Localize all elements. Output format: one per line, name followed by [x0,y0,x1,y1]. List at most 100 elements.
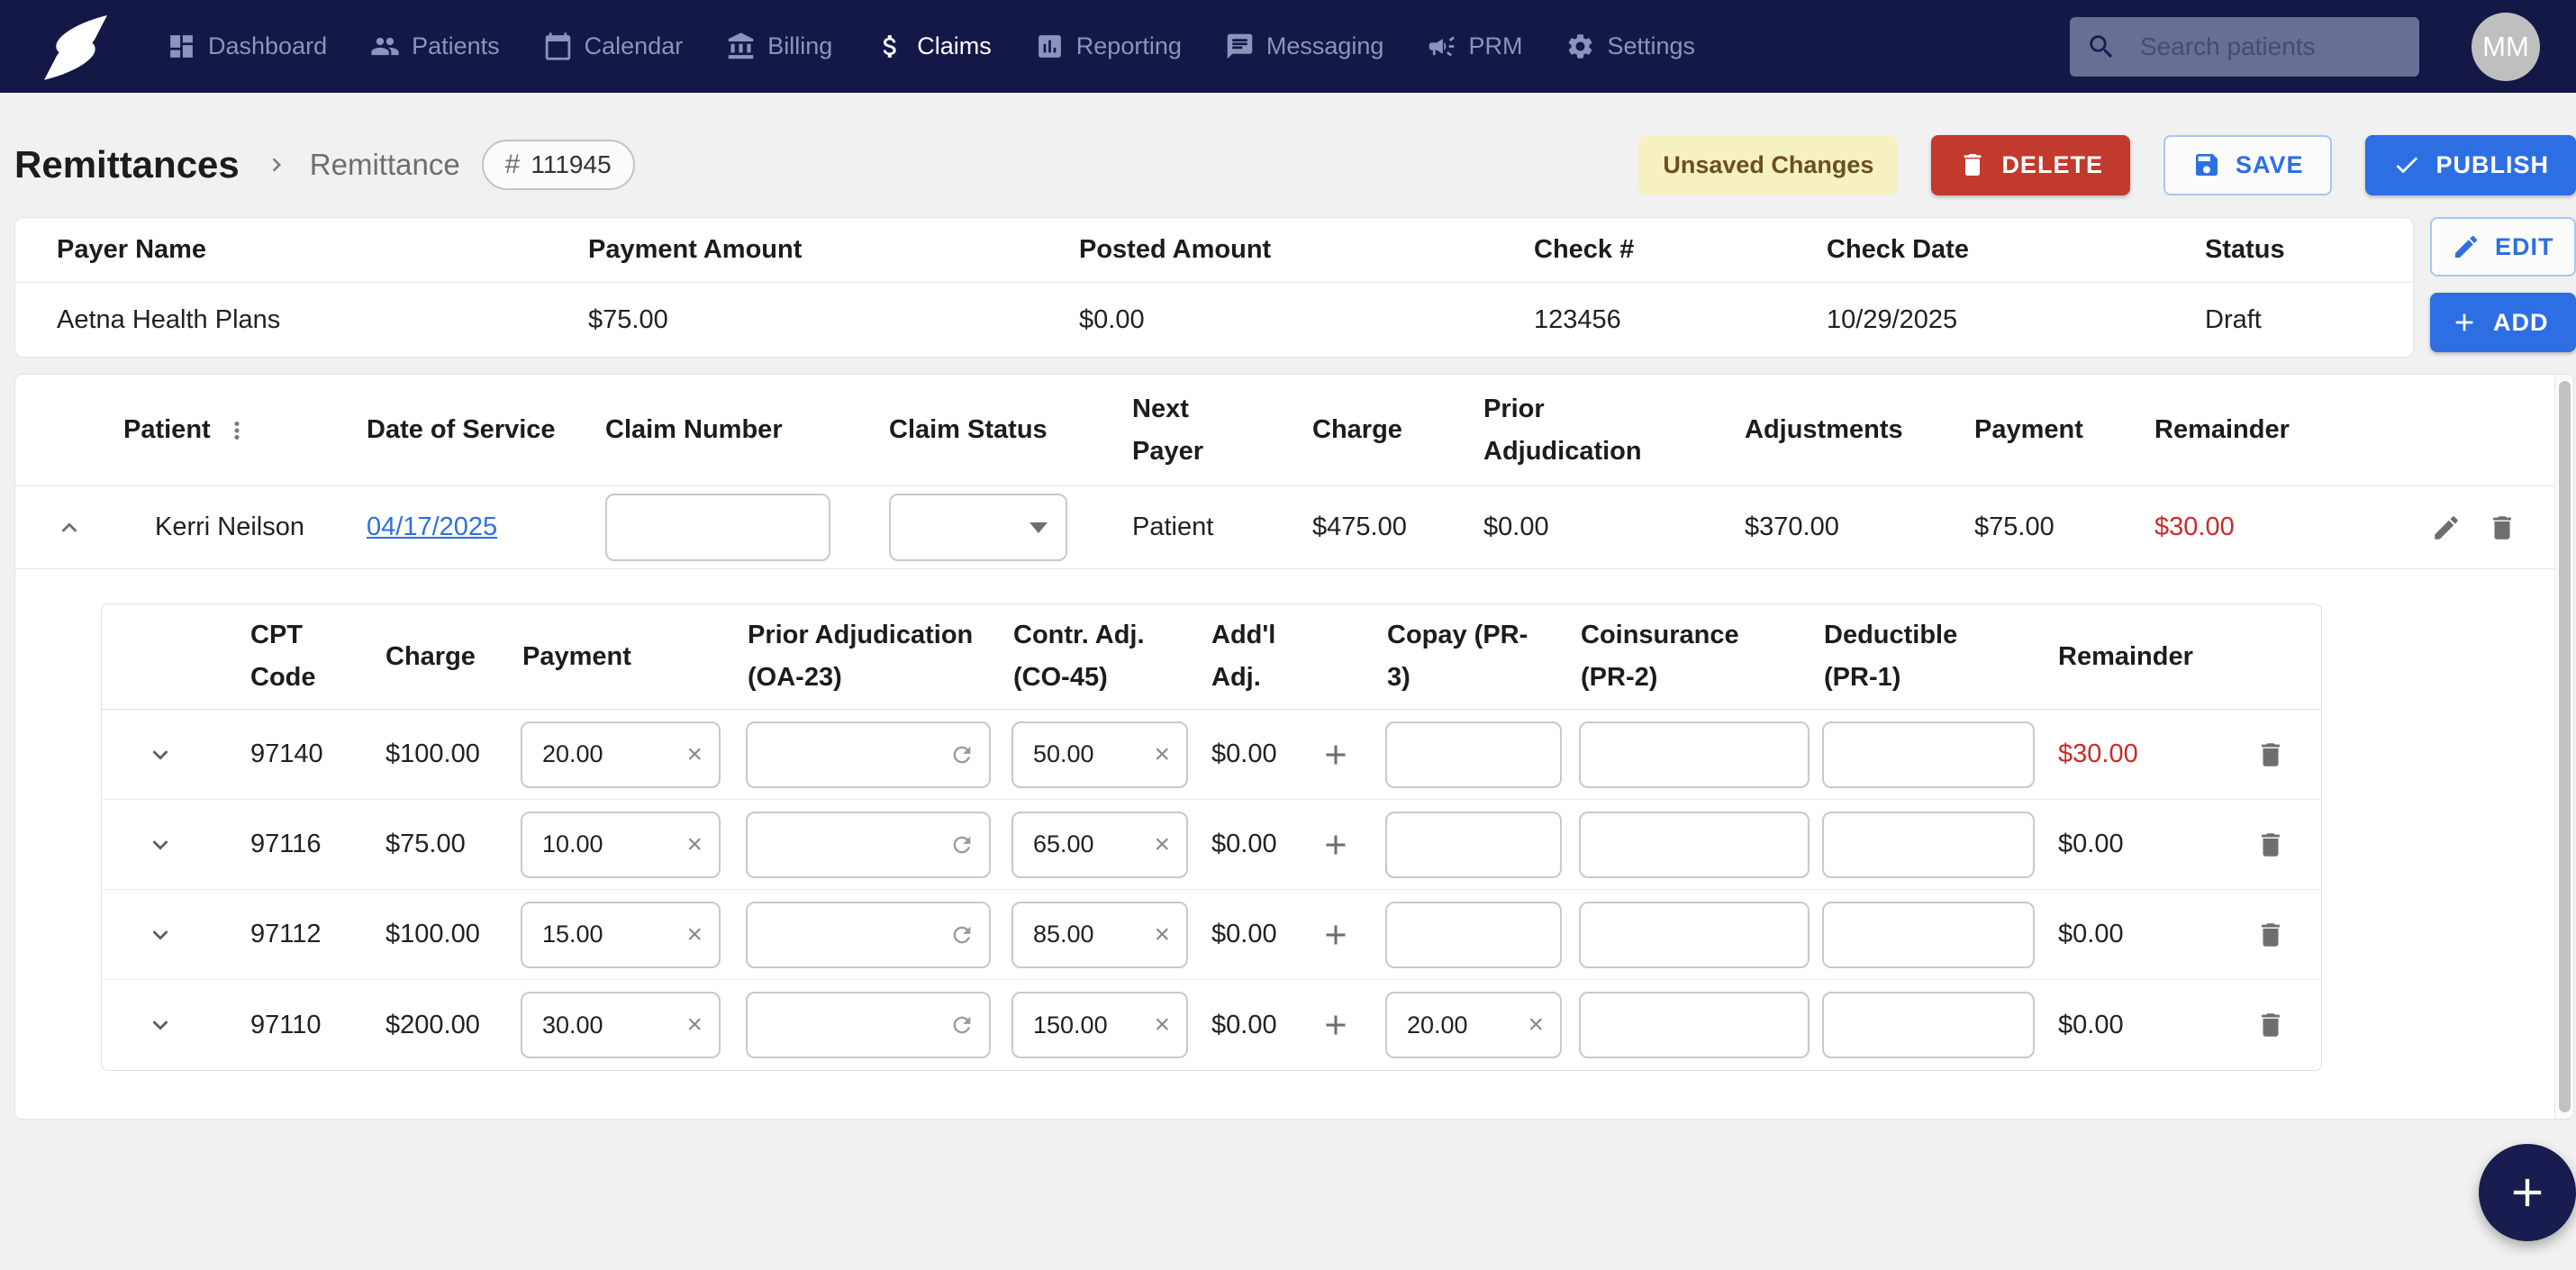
deductible-input-field[interactable] [1824,921,2033,948]
payment-input[interactable]: × [521,901,721,968]
clear-contractual-adjustment-button[interactable]: × [1154,921,1186,948]
coinsurance-input-field[interactable] [1581,830,1808,858]
date-of-service-link[interactable]: 04/17/2025 [367,513,605,542]
add-button[interactable]: ADD [2430,293,2576,352]
more-vert-icon[interactable] [223,417,250,444]
nav-item-settings[interactable]: Settings [1565,32,1695,61]
prior-adjudication-input-field[interactable] [748,740,949,768]
payment-input-field[interactable] [522,1011,687,1039]
payment-input[interactable]: × [521,721,721,788]
copay-input[interactable] [1385,721,1562,788]
refresh-icon[interactable] [949,922,975,948]
prior-adjudication-input[interactable] [746,721,991,788]
contractual-adjustment-input[interactable]: × [1011,992,1188,1058]
clear-copay-button[interactable]: × [1528,1011,1560,1039]
nav-item-dashboard[interactable]: Dashboard [167,32,327,61]
nav-item-patients[interactable]: Patients [370,32,500,61]
refresh-icon[interactable] [949,742,975,767]
copay-input[interactable]: × [1385,992,1562,1058]
prior-adjudication-input-field[interactable] [748,921,949,948]
coinsurance-input-field[interactable] [1581,921,1808,948]
nav-item-prm[interactable]: PRM [1427,32,1522,61]
copay-input-field[interactable] [1387,830,1560,858]
delete-claim-button[interactable] [2487,513,2517,543]
collapse-claim-button[interactable] [15,513,123,543]
contractual-adjustment-input-field[interactable] [1013,1011,1155,1039]
deductible-input-field[interactable] [1824,1011,2033,1039]
clear-payment-button[interactable]: × [686,830,719,858]
contractual-adjustment-input-field[interactable] [1013,921,1155,948]
contractual-adjustment-input-field[interactable] [1013,740,1155,768]
prior-adjudication-input[interactable] [746,901,991,968]
deductible-input[interactable] [1822,992,2035,1058]
coinsurance-input[interactable] [1579,811,1810,878]
save-button[interactable]: SAVE [2163,134,2333,195]
add-floating-action-button[interactable] [2479,1144,2576,1241]
refresh-icon[interactable] [949,832,975,857]
contractual-adjustment-input[interactable]: × [1011,901,1188,968]
claim-status-select[interactable] [889,494,1067,561]
clear-payment-button[interactable]: × [686,1011,719,1039]
delete-cpt-row-button[interactable] [2255,920,2286,950]
edit-button[interactable]: EDIT [2430,217,2576,277]
nav-item-billing[interactable]: Billing [726,32,832,61]
deductible-input[interactable] [1822,811,2035,878]
payment-input-field[interactable] [522,740,687,768]
clear-contractual-adjustment-button[interactable]: × [1154,740,1186,768]
edit-claim-button[interactable] [2431,513,2462,543]
add-adjustment-button[interactable] [1304,919,1367,951]
coinsurance-input-field[interactable] [1581,740,1808,768]
publish-button[interactable]: PUBLISH [2365,134,2576,195]
deductible-input[interactable] [1822,721,2035,788]
contractual-adjustment-input[interactable]: × [1011,721,1188,788]
copay-input-field[interactable] [1387,740,1560,768]
delete-cpt-row-button[interactable] [2255,830,2286,860]
deductible-input-field[interactable] [1824,740,2033,768]
copay-input[interactable] [1385,901,1562,968]
contractual-adjustment-input-field[interactable] [1013,830,1155,858]
nav-item-calendar[interactable]: Calendar [543,32,683,61]
nav-item-reporting[interactable]: Reporting [1035,32,1182,61]
add-adjustment-button[interactable] [1304,739,1367,771]
deductible-input-field[interactable] [1824,830,2033,858]
clear-payment-button[interactable]: × [686,921,719,948]
copay-input[interactable] [1385,811,1562,878]
search-input[interactable] [2140,32,2403,61]
app-logo-icon[interactable] [34,5,117,88]
add-adjustment-button[interactable] [1304,829,1367,861]
refresh-icon[interactable] [949,1012,975,1038]
add-adjustment-button[interactable] [1304,1009,1367,1041]
payment-input[interactable]: × [521,992,721,1058]
copay-input-field[interactable] [1387,921,1560,948]
clear-contractual-adjustment-button[interactable]: × [1154,830,1186,858]
avatar[interactable]: MM [2472,12,2540,81]
payment-input[interactable]: × [521,811,721,878]
clear-payment-button[interactable]: × [686,740,719,768]
payment-input-field[interactable] [522,921,687,948]
coinsurance-input[interactable] [1579,992,1810,1058]
expand-cpt-row-button[interactable] [102,1010,219,1040]
expand-cpt-row-button[interactable] [102,830,219,860]
payment-input-field[interactable] [522,830,687,858]
claim-number-input[interactable] [605,494,830,561]
prior-adjudication-input[interactable] [746,811,991,878]
expand-cpt-row-button[interactable] [102,920,219,950]
nav-item-claims[interactable]: Claims [875,32,992,61]
scrollbar-thumb[interactable] [2559,381,2571,1112]
delete-cpt-row-button[interactable] [2255,739,2286,770]
nav-item-messaging[interactable]: Messaging [1225,32,1383,61]
expand-cpt-row-button[interactable] [102,739,219,770]
clear-contractual-adjustment-button[interactable]: × [1154,1011,1186,1039]
deductible-input[interactable] [1822,901,2035,968]
breadcrumb-root[interactable]: Remittances [14,143,240,186]
copay-input-field[interactable] [1387,1011,1528,1039]
delete-cpt-row-button[interactable] [2255,1010,2286,1040]
coinsurance-input[interactable] [1579,721,1810,788]
contractual-adjustment-input[interactable]: × [1011,811,1188,878]
prior-adjudication-input-field[interactable] [748,830,949,858]
prior-adjudication-input[interactable] [746,992,991,1058]
coinsurance-input-field[interactable] [1581,1011,1808,1039]
prior-adjudication-input-field[interactable] [748,1011,949,1039]
delete-button[interactable]: DELETE [1931,134,2130,195]
coinsurance-input[interactable] [1579,901,1810,968]
